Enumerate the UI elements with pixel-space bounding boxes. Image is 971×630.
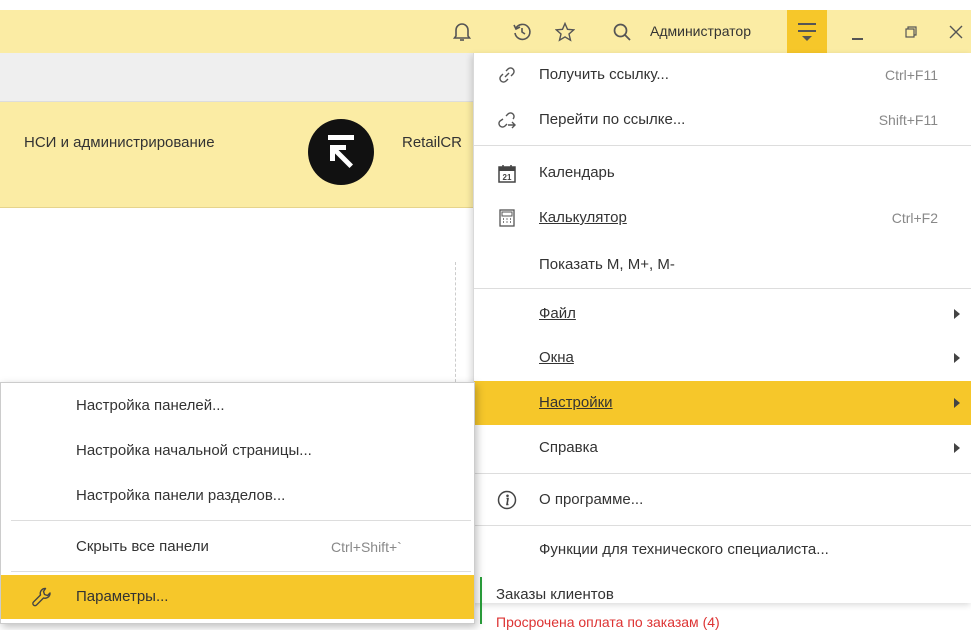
- close-icon[interactable]: [938, 10, 971, 53]
- search-icon[interactable]: [604, 10, 640, 53]
- shortcut: Ctrl+Shift+`: [331, 539, 402, 555]
- link-icon: [496, 64, 518, 86]
- menu-item-show-memory[interactable]: Показать M, M+, M-: [474, 243, 971, 287]
- submenu-arrow-icon: [954, 443, 960, 453]
- menu-item-label: Справка: [539, 439, 598, 456]
- submenu-arrow-icon: [954, 353, 960, 363]
- restore-icon[interactable]: [893, 10, 929, 53]
- go-link-icon: [496, 109, 518, 131]
- history-icon[interactable]: [504, 10, 540, 53]
- info-icon: [496, 489, 518, 511]
- separator: [11, 520, 471, 521]
- submenu-arrow-icon: [954, 398, 960, 408]
- menu-item-label: Функции для технического специалиста...: [539, 541, 829, 558]
- menu-item-label: Настройки: [539, 394, 613, 411]
- sections-panel: НСИ и администрирование RetailCR: [0, 102, 475, 208]
- section-nsi[interactable]: НСИ и администрирование: [24, 134, 215, 151]
- menu-item-label: О программе...: [539, 491, 644, 508]
- wrench-icon: [31, 586, 53, 608]
- menu-item-help[interactable]: Справка: [474, 426, 971, 470]
- menu-item-settings[interactable]: Настройки: [474, 381, 971, 425]
- top-edge: [0, 0, 971, 10]
- menu-item-tech-functions[interactable]: Функции для технического специалиста...: [474, 528, 971, 572]
- submenu-item-home-page[interactable]: Настройка начальной страницы...: [1, 429, 474, 473]
- minimize-icon[interactable]: [839, 10, 875, 53]
- menu-item-label: Календарь: [539, 164, 615, 181]
- main-menu: Получить ссылку... Ctrl+F11 Перейти по с…: [473, 53, 971, 603]
- separator: [474, 288, 971, 289]
- user-name[interactable]: Администратор: [650, 10, 751, 53]
- menu-item-label: Калькулятор: [539, 209, 627, 226]
- settings-submenu: Настройка панелей... Настройка начальной…: [0, 382, 475, 624]
- menu-item-windows[interactable]: Окна: [474, 336, 971, 380]
- orders-title[interactable]: Заказы клиентов: [496, 586, 614, 603]
- bell-icon[interactable]: [444, 10, 480, 53]
- menu-icon[interactable]: [787, 10, 827, 53]
- menu-item-label: Параметры...: [76, 588, 169, 605]
- menu-item-label: Файл: [539, 305, 576, 322]
- submenu-item-sections-panel[interactable]: Настройка панели разделов...: [1, 474, 474, 518]
- menu-item-label: Показать M, M+, M-: [539, 256, 675, 273]
- submenu-item-panels[interactable]: Настройка панелей...: [1, 384, 474, 428]
- divider: [455, 262, 456, 382]
- menu-item-calculator[interactable]: Калькулятор Ctrl+F2: [474, 196, 971, 240]
- accent-line: [480, 577, 482, 624]
- calculator-icon: [496, 207, 518, 229]
- menu-item-label: Получить ссылку...: [539, 66, 669, 83]
- menu-item-label: Настройка панелей...: [76, 397, 225, 414]
- menu-item-calendar[interactable]: 21 Календарь: [474, 151, 971, 195]
- title-bar: Администратор: [0, 10, 971, 53]
- menu-item-label: Настройка начальной страницы...: [76, 442, 312, 459]
- menu-item-about[interactable]: О программе...: [474, 478, 971, 522]
- toolbar-strip: [0, 53, 475, 102]
- menu-item-label: Перейти по ссылке...: [539, 111, 686, 128]
- separator: [474, 473, 971, 474]
- shortcut: Ctrl+F11: [884, 67, 938, 83]
- menu-item-file[interactable]: Файл: [474, 292, 971, 336]
- star-icon[interactable]: [547, 10, 583, 53]
- menu-item-label: Скрыть все панели: [76, 538, 209, 555]
- separator: [11, 571, 471, 572]
- shortcut: Ctrl+F2: [891, 210, 938, 226]
- shortcut: Shift+F11: [878, 112, 938, 128]
- separator: [474, 145, 971, 146]
- calendar-day: 21: [503, 173, 512, 182]
- submenu-item-hide-panels[interactable]: Скрыть все панели Ctrl+Shift+`: [1, 525, 474, 569]
- menu-item-get-link[interactable]: Получить ссылку... Ctrl+F11: [474, 53, 971, 97]
- section-retailcrm[interactable]: RetailCR: [402, 134, 462, 151]
- calendar-icon: 21: [496, 162, 518, 184]
- separator: [474, 525, 971, 526]
- submenu-arrow-icon: [954, 309, 960, 319]
- orders-overdue-link[interactable]: Просрочена оплата по заказам (4): [496, 614, 720, 630]
- submenu-item-parameters[interactable]: Параметры...: [1, 575, 474, 619]
- retailcrm-logo[interactable]: [308, 119, 374, 185]
- menu-item-label: Окна: [539, 349, 574, 366]
- menu-item-go-to-link[interactable]: Перейти по ссылке... Shift+F11: [474, 98, 971, 142]
- menu-item-label: Настройка панели разделов...: [76, 487, 286, 504]
